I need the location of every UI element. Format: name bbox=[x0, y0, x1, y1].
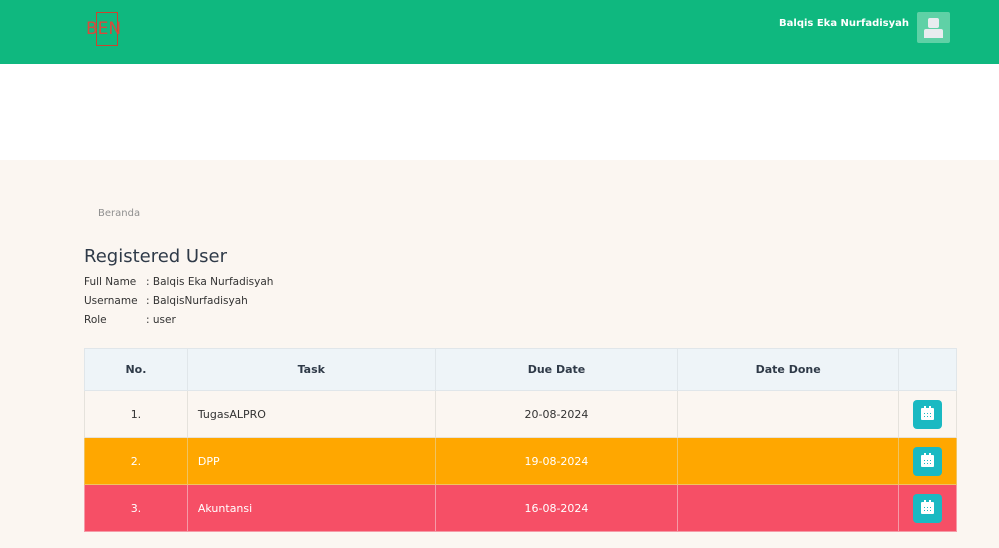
brand-logo[interactable]: BEN bbox=[84, 12, 123, 46]
row-task: TugasALPRO bbox=[186, 390, 436, 438]
calendar-button[interactable] bbox=[913, 493, 942, 523]
task-table: No. Task Due Date Date Done 1. TugasALPR… bbox=[84, 348, 957, 532]
row-due-date: 19-08-2024 bbox=[434, 437, 679, 485]
row-task: DPP bbox=[186, 437, 436, 485]
table-row: 3. Akuntansi 16-08-2024 bbox=[84, 484, 957, 532]
username-value: : BalqisNurfadisyah bbox=[146, 295, 248, 307]
calendar-icon bbox=[921, 499, 934, 514]
row-date-done bbox=[677, 390, 900, 438]
full-name-label: Full Name bbox=[84, 276, 137, 288]
username-label: Username bbox=[84, 295, 138, 307]
top-navbar: BEN Balqis Eka Nurfadisyah bbox=[0, 0, 999, 64]
role-row: Role : user bbox=[84, 314, 176, 326]
calendar-button[interactable] bbox=[913, 446, 942, 476]
user-name[interactable]: Balqis Eka Nurfadisyah bbox=[779, 18, 909, 29]
col-header-date-done: Date Done bbox=[677, 348, 900, 391]
row-date-done bbox=[677, 437, 900, 485]
full-name-row: Full Name : Balqis Eka Nurfadisyah bbox=[84, 276, 273, 288]
calendar-button[interactable] bbox=[913, 399, 942, 429]
row-date-done bbox=[677, 484, 900, 532]
calendar-icon bbox=[921, 452, 934, 467]
role-label: Role bbox=[84, 314, 107, 326]
row-task: Akuntansi bbox=[186, 484, 436, 532]
col-header-task: Task bbox=[186, 348, 436, 391]
role-value: : user bbox=[146, 314, 176, 326]
col-header-no: No. bbox=[84, 348, 188, 391]
username-row: Username : BalqisNurfadisyah bbox=[84, 295, 248, 307]
full-name-value: : Balqis Eka Nurfadisyah bbox=[146, 276, 274, 288]
table-row: 2. DPP 19-08-2024 bbox=[84, 437, 957, 485]
row-no: 3. bbox=[84, 484, 188, 532]
col-header-due-date: Due Date bbox=[434, 348, 679, 391]
row-due-date: 20-08-2024 bbox=[434, 390, 679, 438]
row-action bbox=[898, 390, 957, 438]
table-header-row: No. Task Due Date Date Done bbox=[84, 348, 957, 391]
row-action bbox=[898, 437, 957, 485]
calendar-icon bbox=[921, 405, 934, 420]
avatar-body bbox=[924, 29, 943, 38]
row-no: 1. bbox=[84, 390, 188, 438]
table-row: 1. TugasALPRO 20-08-2024 bbox=[84, 390, 957, 438]
logo-text: BEN bbox=[86, 19, 122, 39]
row-due-date: 16-08-2024 bbox=[434, 484, 679, 532]
row-action bbox=[898, 484, 957, 532]
main-content: Beranda Registered User Full Name : Balqi… bbox=[0, 160, 999, 548]
col-header-action bbox=[898, 348, 957, 391]
page-title: Registered User bbox=[84, 246, 227, 267]
avatar-head bbox=[928, 18, 939, 28]
row-no: 2. bbox=[84, 437, 188, 485]
user-avatar-icon[interactable] bbox=[917, 12, 950, 43]
breadcrumb[interactable]: Beranda bbox=[98, 208, 140, 219]
